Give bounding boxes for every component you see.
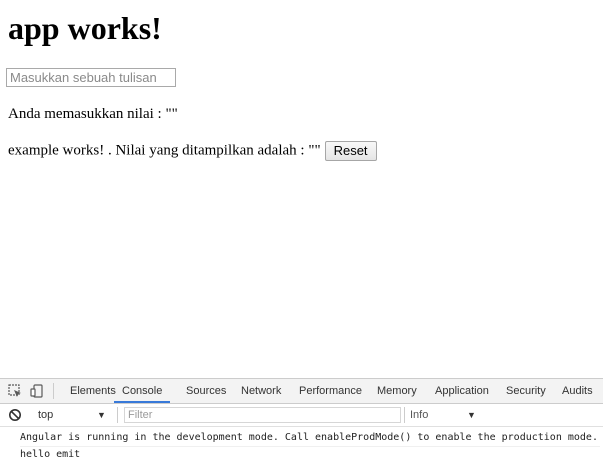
device-toggle-icon[interactable] [30,384,44,398]
reset-button[interactable]: Reset [324,141,377,161]
tab-security[interactable]: Security [506,379,546,403]
app-root: app works! Anda memasukkan nilai : "" ex… [0,0,603,378]
log-level-selector[interactable]: Info [410,408,428,422]
tab-memory[interactable]: Memory [377,379,417,403]
devtools-tabbar: Elements Console Sources Network Perform… [0,379,603,404]
console-output: Angular is running in the development mo… [0,427,603,468]
console-message: hello emit [20,449,81,460]
tab-audits[interactable]: Audits [562,379,593,403]
tab-sources[interactable]: Sources [186,379,226,403]
tab-elements[interactable]: Elements [70,379,116,403]
inspect-element-icon[interactable] [8,384,22,398]
toolbar-divider [117,407,118,423]
context-selector[interactable]: top [38,408,53,422]
toolbar-divider [404,407,405,423]
tab-network[interactable]: Network [241,379,281,403]
clear-console-icon[interactable] [8,408,22,422]
displayed-value-text: example works! . Nilai yang ditampilkan … [8,142,321,159]
console-filter-input[interactable] [124,407,401,423]
chevron-down-icon[interactable]: ▼ [467,408,476,422]
tab-console[interactable]: Console [114,379,171,403]
page-title: app works! [8,10,162,46]
console-message: Angular is running in the development mo… [20,430,600,447]
console-toolbar: top ▼ Info ▼ [0,404,603,427]
text-input[interactable] [6,68,176,87]
tab-performance[interactable]: Performance [299,379,362,403]
tab-application[interactable]: Application [435,379,489,403]
chevron-down-icon[interactable]: ▼ [97,408,106,422]
toolbar-divider [53,383,54,399]
example-line: example works! . Nilai yang ditampilkan … [8,141,377,161]
devtools-panel: Elements Console Sources Network Perform… [0,378,603,468]
entered-value-text: Anda memasukkan nilai : "" [8,106,178,122]
